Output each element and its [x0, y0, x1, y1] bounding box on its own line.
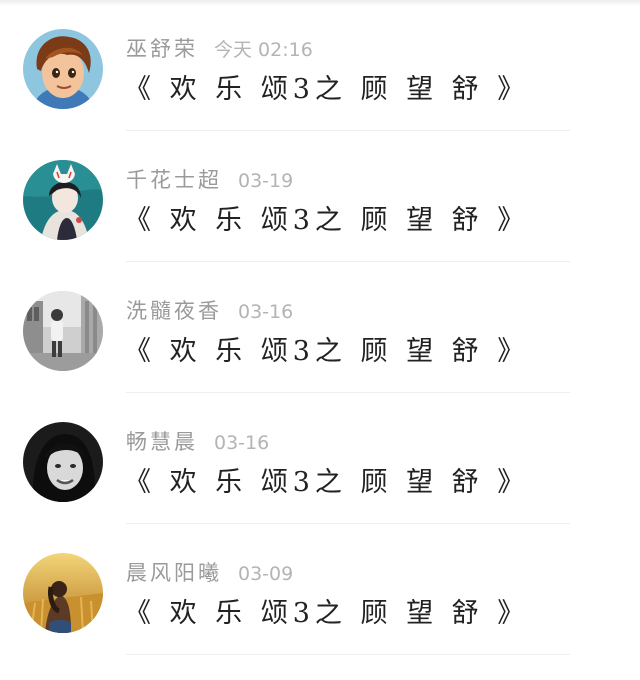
avatar[interactable]: [23, 422, 103, 502]
user-name[interactable]: 洗髓夜香: [126, 299, 222, 323]
comment-item[interactable]: 晨风阳曦 03-09 《 欢 乐 颂3之 顾 望 舒 》: [0, 524, 640, 655]
comment-text: 《 欢 乐 颂3之 顾 望 舒 》: [124, 205, 530, 236]
avatar[interactable]: [23, 553, 103, 633]
avatar[interactable]: [23, 29, 103, 109]
comment-meta: 畅慧晨 03-16: [126, 427, 269, 457]
comment-time: 03-16: [238, 301, 294, 323]
comment-item[interactable]: 千花士超 03-19 《 欢 乐 颂3之 顾 望 舒 》: [0, 131, 640, 262]
comment-meta: 晨风阳曦 03-09: [126, 558, 293, 588]
comment-meta: 洗髓夜香 03-16: [126, 296, 293, 326]
comment-time: 今天 02:16: [214, 39, 313, 61]
user-name[interactable]: 晨风阳曦: [126, 561, 222, 585]
user-name[interactable]: 巫舒荣: [126, 37, 198, 61]
comment-time: 03-09: [238, 563, 294, 585]
avatar[interactable]: [23, 160, 103, 240]
comment-item[interactable]: 畅慧晨 03-16 《 欢 乐 颂3之 顾 望 舒 》: [0, 393, 640, 524]
fox-mask-girl-avatar-icon: [23, 160, 103, 240]
comment-time: 03-19: [238, 170, 294, 192]
street-photo-avatar-icon: [23, 291, 103, 371]
comment-meta: 千花士超 03-19: [126, 165, 293, 195]
wheat-field-avatar-icon: [23, 553, 103, 633]
anime-boy-avatar-icon: [23, 29, 103, 109]
comment-item[interactable]: 巫舒荣 今天 02:16 《 欢 乐 颂3之 顾 望 舒 》: [0, 0, 640, 131]
divider: [126, 654, 570, 655]
comment-item[interactable]: 洗髓夜香 03-16 《 欢 乐 颂3之 顾 望 舒 》: [0, 262, 640, 393]
comment-time: 03-16: [214, 432, 270, 454]
comment-list-screen: 巫舒荣 今天 02:16 《 欢 乐 颂3之 顾 望 舒 》 千花士超 03-1…: [0, 0, 640, 680]
comment-text: 《 欢 乐 颂3之 顾 望 舒 》: [124, 598, 530, 629]
avatar[interactable]: [23, 291, 103, 371]
comment-text: 《 欢 乐 颂3之 顾 望 舒 》: [124, 336, 530, 367]
comment-text: 《 欢 乐 颂3之 顾 望 舒 》: [124, 74, 530, 105]
bw-portrait-avatar-icon: [23, 422, 103, 502]
user-name[interactable]: 千花士超: [126, 168, 222, 192]
user-name[interactable]: 畅慧晨: [126, 430, 198, 454]
comment-text: 《 欢 乐 颂3之 顾 望 舒 》: [124, 467, 530, 498]
comment-meta: 巫舒荣 今天 02:16: [126, 34, 313, 64]
